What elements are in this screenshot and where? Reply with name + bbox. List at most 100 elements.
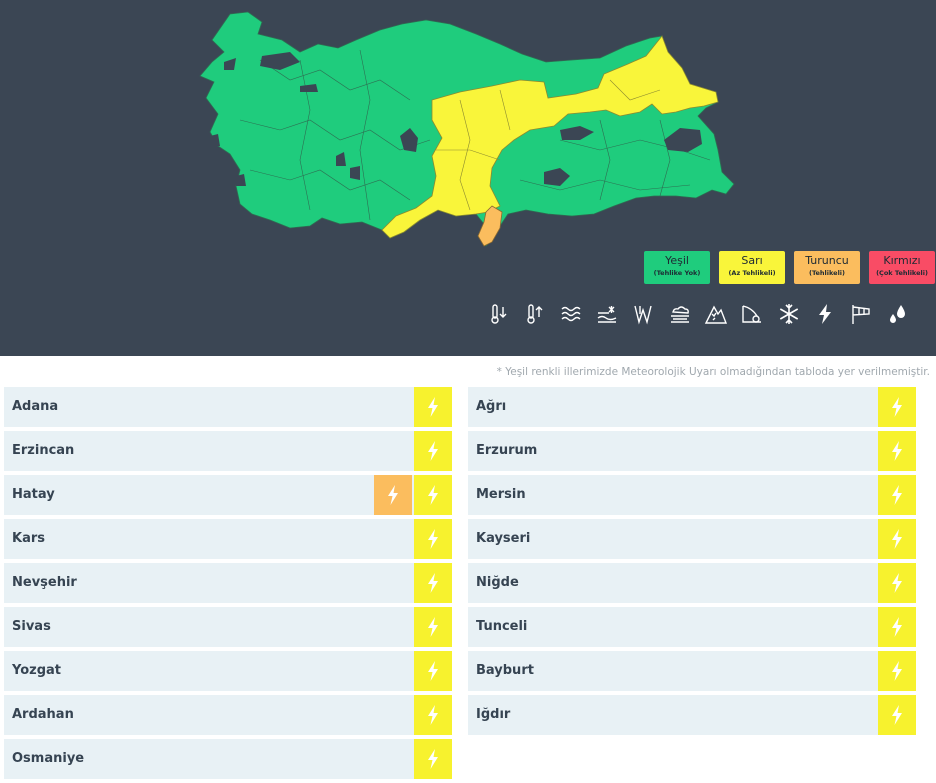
thunderstorm-warning-yellow[interactable] [878,431,916,471]
province-name: Erzurum [476,443,538,458]
snow-melt-icon[interactable] [589,299,625,329]
province-name: Osmaniye [12,751,85,766]
thunderstorm-icon [428,573,438,593]
province-row[interactable]: Tunceli [468,607,916,647]
dust-icon[interactable] [734,299,770,329]
province-name: Hatay [12,487,55,502]
province-row[interactable]: Sivas [4,607,452,647]
legend-red-sub: (Çok Tehlikeli) [876,269,928,277]
province-row[interactable]: Niğde [468,563,916,603]
cold-temperature-icon[interactable] [480,299,516,329]
province-row[interactable]: Bayburt [468,651,916,691]
avalanche-icon[interactable] [698,299,734,329]
thunderstorm-icon [388,485,398,505]
legend-yellow: Sarı (Az Tehlikeli) [719,251,785,284]
legend-green-label: Yeşil [665,254,689,267]
strong-wind-icon[interactable] [843,299,879,329]
fog-icon[interactable] [661,299,697,329]
thunderstorm-icon [892,485,902,505]
rain-icon[interactable] [879,299,915,329]
thunderstorm-icon[interactable] [807,299,843,329]
province-name: Mersin [476,487,526,502]
province-name: Yozgat [12,663,62,678]
thunderstorm-icon [428,749,438,769]
thunderstorm-warning-yellow[interactable] [414,607,452,647]
thunderstorm-warning-yellow[interactable] [878,475,916,515]
province-name: Tunceli [476,619,528,634]
thunderstorm-icon [428,661,438,681]
thunderstorm-icon [892,617,902,637]
thunderstorm-warning-yellow[interactable] [878,387,916,427]
province-name: Sivas [12,619,51,634]
thunderstorm-icon [892,441,902,461]
thunderstorm-icon [892,573,902,593]
legend-red-label: Kırmızı [883,254,921,267]
info-note: * Yeşil renkli illerimizde Meteorolojik … [496,366,930,378]
province-row[interactable]: Erzincan [4,431,452,471]
thunderstorm-icon [428,441,438,461]
thunderstorm-warning-orange[interactable] [374,475,412,515]
thunderstorm-icon [892,529,902,549]
legend-red: Kırmızı (Çok Tehlikeli) [869,251,935,284]
legend-yellow-sub: (Az Tehlikeli) [728,269,776,277]
thunderstorm-warning-yellow[interactable] [414,387,452,427]
province-name: Niğde [476,575,519,590]
thunderstorm-icon [428,529,438,549]
province-name: Kars [12,531,45,546]
legend-orange: Turuncu (Tehlikeli) [794,251,860,284]
thunderstorm-icon [428,705,438,725]
province-row[interactable]: Iğdır [468,695,916,735]
province-list-right: Ağrı Erzurum Mersin Kayseri Niğde Tunceli Bayb… [468,387,916,739]
province-name: Nevşehir [12,575,77,590]
province-name: Bayburt [476,663,534,678]
province-row[interactable]: Mersin [468,475,916,515]
snow-icon[interactable] [770,299,806,329]
province-row[interactable]: Kars [4,519,452,559]
thunderstorm-warning-yellow[interactable] [878,651,916,691]
thunderstorm-warning-yellow[interactable] [414,475,452,515]
province-row[interactable]: Kayseri [468,519,916,559]
province-name: Kayseri [476,531,531,546]
thunderstorm-icon [892,661,902,681]
province-name: Ardahan [12,707,74,722]
thunderstorm-icon [892,397,902,417]
province-name: Ağrı [476,399,507,414]
thunderstorm-icon [892,705,902,725]
legend-green-sub: (Tehlike Yok) [653,269,701,277]
thunderstorm-warning-yellow[interactable] [414,695,452,735]
thunderstorm-warning-yellow[interactable] [414,563,452,603]
thunderstorm-icon [428,617,438,637]
province-row[interactable]: Ardahan [4,695,452,735]
thunderstorm-warning-yellow[interactable] [414,651,452,691]
hazard-icon-row [480,299,916,329]
legend-orange-sub: (Tehlikeli) [808,269,846,277]
thunderstorm-warning-yellow[interactable] [878,607,916,647]
warning-map-panel: Yeşil (Tehlike Yok) Sarı (Az Tehlikeli) … [0,0,936,356]
legend-green: Yeşil (Tehlike Yok) [644,251,710,284]
province-name: Erzincan [12,443,75,458]
thunderstorm-warning-yellow[interactable] [878,563,916,603]
province-row[interactable]: Yozgat [4,651,452,691]
thunderstorm-warning-yellow[interactable] [414,431,452,471]
thunderstorm-icon [428,397,438,417]
province-row[interactable]: Hatay [4,475,452,515]
warning-legend: Yeşil (Tehlike Yok) Sarı (Az Tehlikeli) … [644,251,935,284]
legend-orange-label: Turuncu [805,254,849,267]
province-row[interactable]: Ağrı [468,387,916,427]
legend-yellow-label: Sarı [741,254,763,267]
province-row[interactable]: Adana [4,387,452,427]
province-row[interactable]: Nevşehir [4,563,452,603]
hot-temperature-icon[interactable] [516,299,552,329]
wind-icon[interactable] [625,299,661,329]
thunderstorm-warning-yellow[interactable] [878,519,916,559]
thunderstorm-icon [428,485,438,505]
thunderstorm-warning-yellow[interactable] [414,739,452,779]
province-name: Iğdır [476,707,511,722]
province-list-left: Adana Erzincan Hatay Kars Nevşehir Sivas Yozga… [4,387,452,783]
province-row[interactable]: Osmaniye [4,739,452,779]
province-row[interactable]: Erzurum [468,431,916,471]
province-name: Adana [12,399,59,414]
thunderstorm-warning-yellow[interactable] [414,519,452,559]
wave-icon[interactable] [553,299,589,329]
thunderstorm-warning-yellow[interactable] [878,695,916,735]
